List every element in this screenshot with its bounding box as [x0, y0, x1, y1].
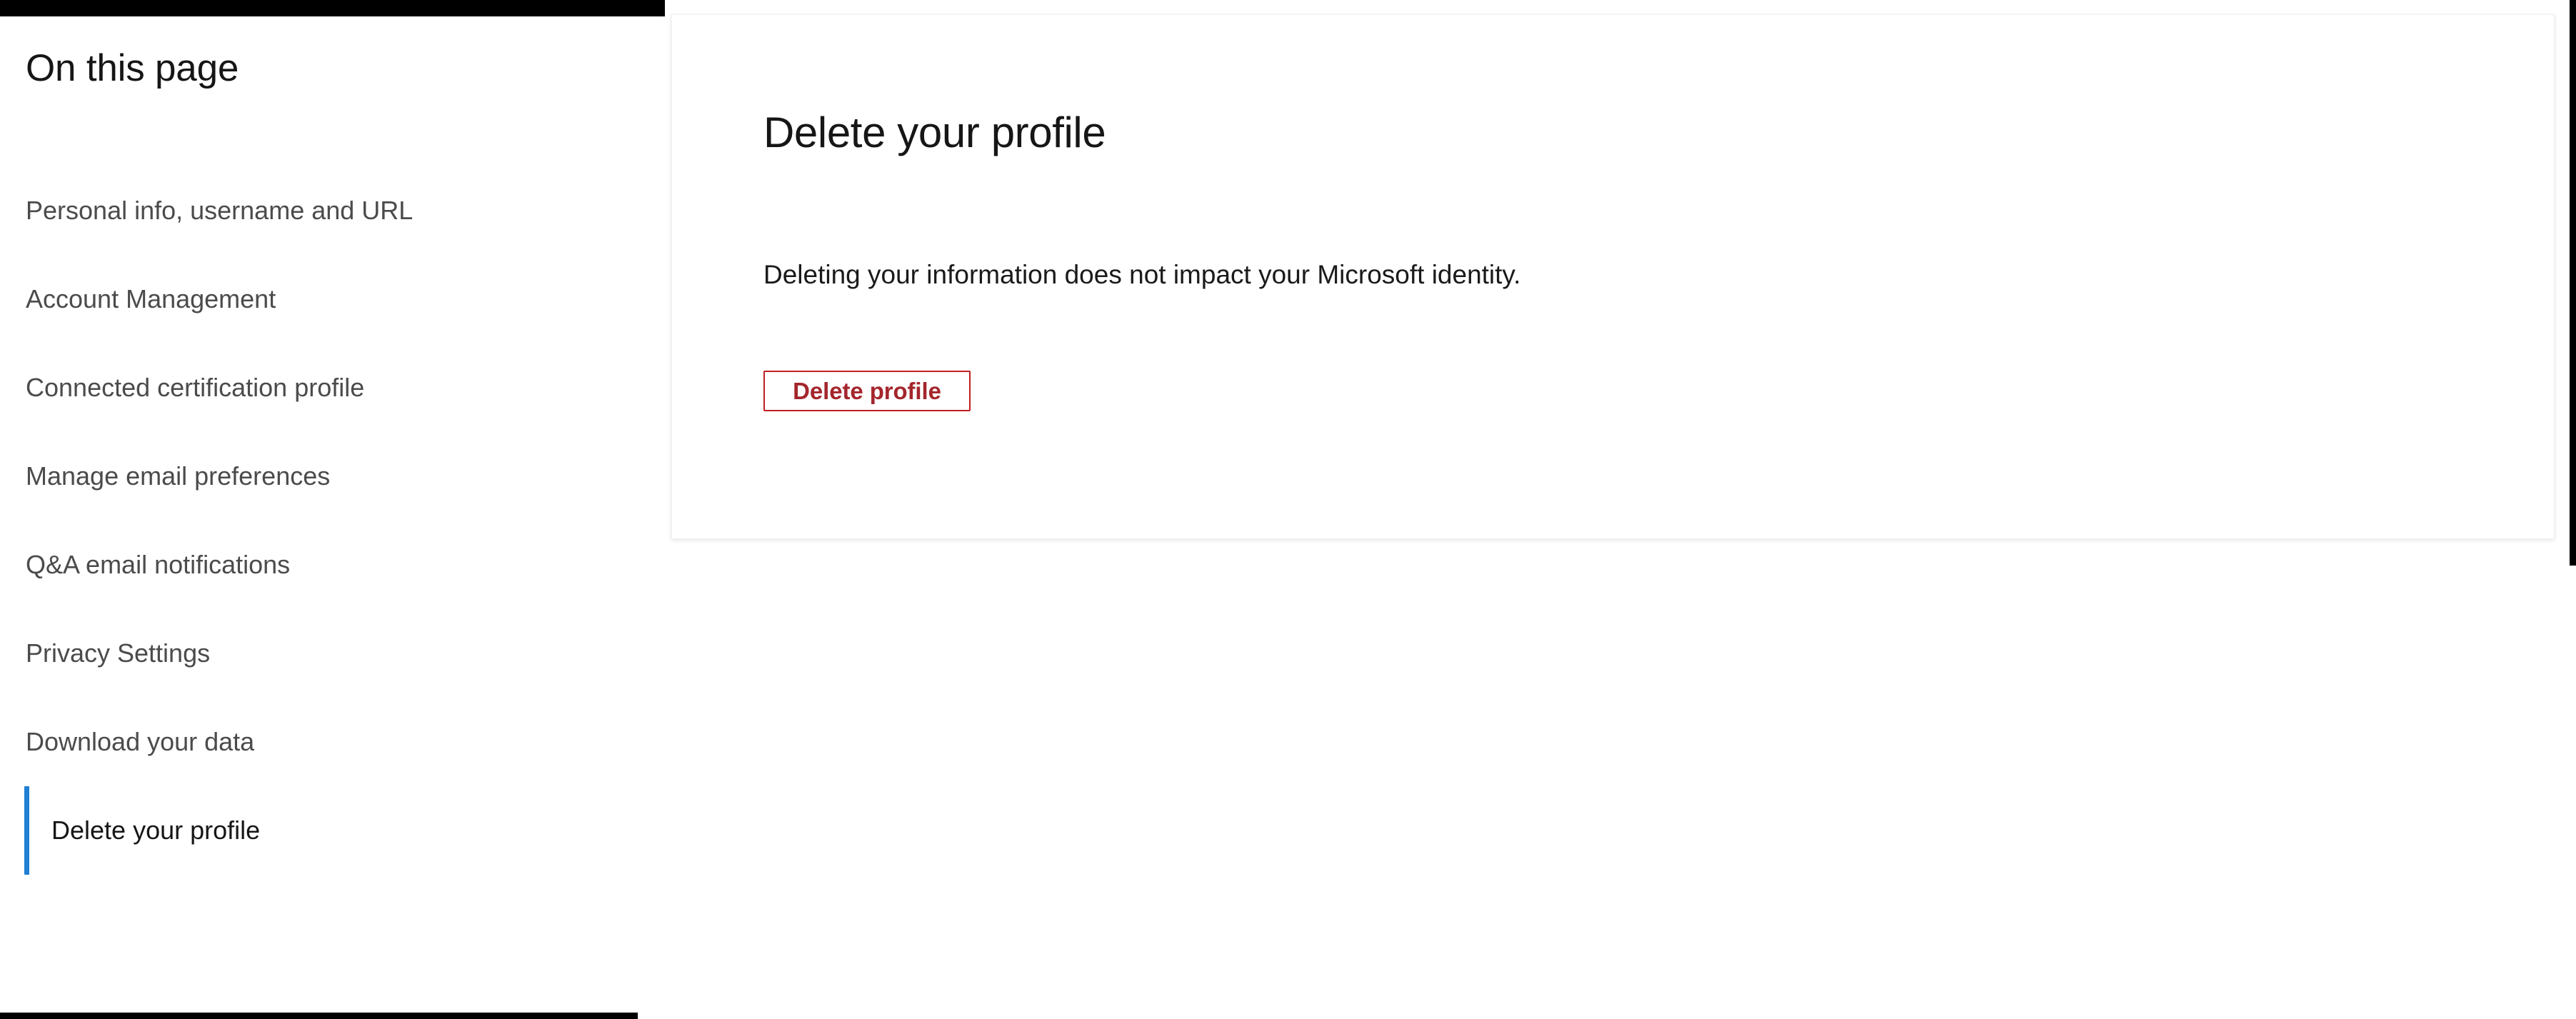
sidebar-item-manage-email-preferences[interactable]: Manage email preferences: [0, 432, 665, 521]
sidebar-item-label[interactable]: Download your data: [26, 726, 254, 757]
sidebar-item-label[interactable]: Delete your profile: [51, 815, 260, 845]
delete-profile-panel: Delete your profile Deleting your inform…: [671, 14, 2555, 539]
section-description: Deleting your information does not impac…: [763, 260, 1521, 289]
sidebar-item-account-management[interactable]: Account Management: [0, 255, 665, 343]
sidebar-item-download-your-data[interactable]: Download your data: [0, 698, 665, 786]
top-chrome-strip: [0, 0, 665, 16]
sidebar-item-privacy-settings[interactable]: Privacy Settings: [0, 609, 665, 698]
active-indicator-bar: [24, 786, 29, 875]
sidebar-item-label[interactable]: Q&A email notifications: [26, 549, 290, 580]
sidebar-item-label[interactable]: Account Management: [26, 283, 276, 314]
sidebar-item-qa-email-notifications[interactable]: Q&A email notifications: [0, 521, 665, 609]
section-heading: Delete your profile: [763, 109, 1106, 156]
delete-profile-button[interactable]: Delete profile: [763, 371, 971, 411]
sidebar-item-connected-certification-profile[interactable]: Connected certification profile: [0, 343, 665, 432]
bottom-chrome-strip: [0, 1013, 638, 1019]
sidebar-item-label[interactable]: Privacy Settings: [26, 638, 210, 668]
on-this-page-nav: On this page Personal info, username and…: [0, 16, 665, 1013]
right-chrome-strip: [2570, 0, 2576, 566]
sidebar-item-label[interactable]: Connected certification profile: [26, 372, 364, 403]
toc-list: Personal info, username and URL Account …: [0, 166, 665, 875]
sidebar-item-label[interactable]: Manage email preferences: [26, 461, 330, 491]
sidebar-item-personal-info[interactable]: Personal info, username and URL: [0, 166, 665, 255]
sidebar-item-delete-your-profile[interactable]: Delete your profile: [0, 786, 665, 875]
sidebar-item-label[interactable]: Personal info, username and URL: [26, 195, 413, 226]
page-title: On this page: [26, 47, 239, 89]
